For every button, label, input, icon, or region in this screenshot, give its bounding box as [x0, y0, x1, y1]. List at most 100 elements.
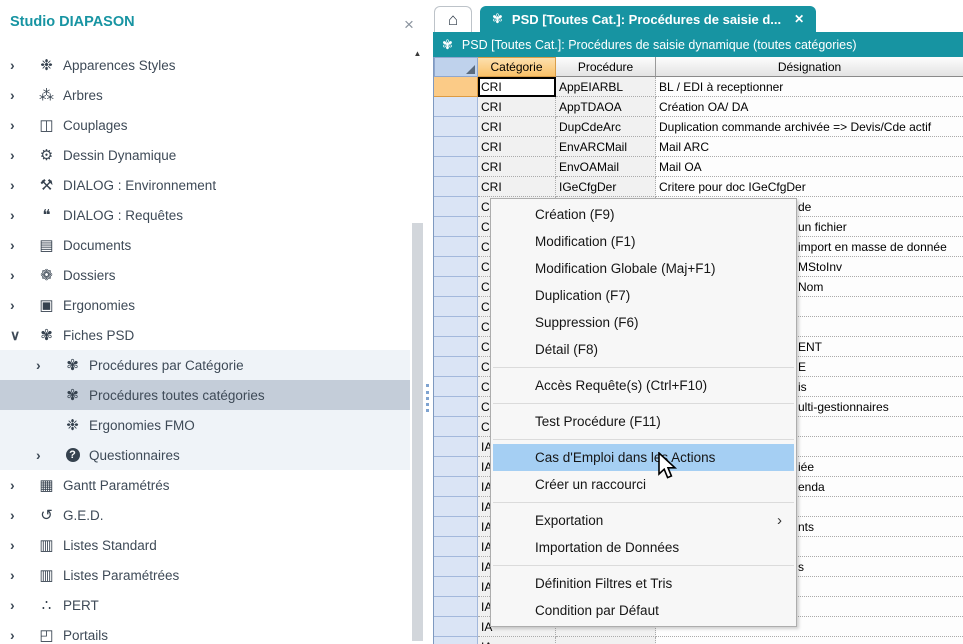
sidebar-item-dessin-dynamique[interactable]: ›⚙Dessin Dynamique — [0, 140, 410, 170]
sidebar-item-portails[interactable]: ›◰Portails — [0, 620, 410, 644]
cell-designation[interactable]: Mail ARC — [656, 137, 963, 157]
cell-designation[interactable]: Critere pour doc IGeCfgDer — [656, 177, 963, 197]
cell-categorie[interactable]: CRI — [478, 97, 556, 117]
row-selector[interactable] — [434, 537, 478, 557]
menu-item-creation-f9[interactable]: Création (F9) — [493, 201, 794, 228]
row-selector[interactable] — [434, 617, 478, 637]
sidebar-item-questionnaires[interactable]: ›?Questionnaires — [0, 440, 410, 470]
row-selector[interactable] — [434, 637, 478, 644]
column-header-procedure[interactable]: Procédure — [556, 57, 656, 77]
column-header-designation[interactable]: Désignation — [656, 57, 963, 77]
menu-item-duplication-f7[interactable]: Duplication (F7) — [493, 282, 794, 309]
sidebar-item-procedures-toutes-categories[interactable]: ✾Procédures toutes catégories — [0, 380, 410, 410]
grid-corner-cell[interactable] — [434, 57, 478, 77]
sidebar-scrollbar[interactable]: ▲ — [411, 46, 424, 644]
sidebar-item-procedures-par-categorie[interactable]: ›✾Procédures par Catégorie — [0, 350, 410, 380]
menu-item-test-procedure-f11[interactable]: Test Procédure (F11) — [493, 408, 794, 435]
menu-item-detail-f8[interactable]: Détail (F8) — [493, 336, 794, 363]
cell-designation[interactable] — [656, 637, 963, 644]
row-selector[interactable] — [434, 597, 478, 617]
row-selector[interactable] — [434, 497, 478, 517]
row-selector[interactable] — [434, 437, 478, 457]
menu-item-modification-f1[interactable]: Modification (F1) — [493, 228, 794, 255]
row-selector[interactable] — [434, 177, 478, 197]
sidebar-item-listes-standard[interactable]: ›▥Listes Standard — [0, 530, 410, 560]
row-selector[interactable] — [434, 417, 478, 437]
chevron-right-icon[interactable]: › — [34, 447, 60, 463]
cell-categorie[interactable]: CRI — [478, 117, 556, 137]
row-selector[interactable] — [434, 137, 478, 157]
sidebar-item-dossiers[interactable]: ›❁Dossiers — [0, 260, 410, 290]
chevron-right-icon[interactable]: › — [8, 57, 34, 73]
menu-item-exportation[interactable]: Exportation› — [493, 507, 794, 534]
cell-categorie[interactable]: CRI — [478, 137, 556, 157]
row-selector[interactable] — [434, 357, 478, 377]
sidebar-item-dialog-requetes[interactable]: ›❝DIALOG : Requêtes — [0, 200, 410, 230]
row-selector[interactable] — [434, 237, 478, 257]
scrollbar-thumb[interactable] — [412, 223, 423, 641]
chevron-right-icon[interactable]: › — [8, 117, 34, 133]
cell-procedure[interactable] — [556, 637, 656, 644]
tab-psd-procedures[interactable]: ✾ PSD [Toutes Cat.]: Procédures de saisi… — [480, 6, 816, 32]
cell-procedure[interactable]: EnvARCMail — [556, 137, 656, 157]
row-selector[interactable] — [434, 257, 478, 277]
menu-item-cas-d-emploi-dans-les-actions[interactable]: Cas d'Emploi dans les Actions — [493, 444, 794, 471]
sidebar-item-dialog-environnement[interactable]: ›⚒DIALOG : Environnement — [0, 170, 410, 200]
cell-categorie[interactable]: IA — [478, 637, 556, 644]
cell-designation[interactable]: Duplication commande archivée => Devis/C… — [656, 117, 963, 137]
row-selector[interactable] — [434, 277, 478, 297]
row-selector[interactable] — [434, 397, 478, 417]
row-selector[interactable] — [434, 117, 478, 137]
cell-designation[interactable]: BL / EDI à receptionner — [656, 77, 963, 97]
chevron-down-icon[interactable]: ∨ — [8, 327, 34, 344]
row-selector[interactable] — [434, 317, 478, 337]
sidebar-item-fiches-psd[interactable]: ∨✾Fiches PSD — [0, 320, 410, 350]
sidebar-item-listes-parametrees[interactable]: ›▥Listes Paramétrées — [0, 560, 410, 590]
row-selector[interactable] — [434, 97, 478, 117]
chevron-right-icon[interactable]: › — [8, 297, 34, 313]
row-selector[interactable] — [434, 337, 478, 357]
cell-categorie[interactable]: CRI — [478, 157, 556, 177]
scroll-up-icon[interactable]: ▲ — [411, 46, 424, 62]
sidebar-item-ergonomies-fmo[interactable]: ❉Ergonomies FMO — [0, 410, 410, 440]
row-selector[interactable] — [434, 557, 478, 577]
row-selector[interactable] — [434, 377, 478, 397]
chevron-right-icon[interactable]: › — [8, 537, 34, 553]
sidebar-item-apparences-styles[interactable]: ›❉Apparences Styles — [0, 50, 410, 80]
tab-close-icon[interactable]: ✕ — [794, 12, 804, 26]
chevron-right-icon[interactable]: › — [8, 207, 34, 223]
cell-designation[interactable]: Mail OA — [656, 157, 963, 177]
menu-item-modification-globale-maj-f1[interactable]: Modification Globale (Maj+F1) — [493, 255, 794, 282]
menu-item-acces-requete-s-ctrl-f10[interactable]: Accès Requête(s) (Ctrl+F10) — [493, 372, 794, 399]
sidebar-item-gantt-parametres[interactable]: ›▦Gantt Paramétrés — [0, 470, 410, 500]
cell-procedure[interactable]: AppTDAOA — [556, 97, 656, 117]
sidebar-item-pert[interactable]: ›∴PERT — [0, 590, 410, 620]
cell-procedure[interactable]: IGeCfgDer — [556, 177, 656, 197]
menu-item-importation-de-donnees[interactable]: Importation de Données — [493, 534, 794, 561]
cell-procedure[interactable]: DupCdeArc — [556, 117, 656, 137]
chevron-right-icon[interactable]: › — [8, 627, 34, 643]
chevron-right-icon[interactable]: › — [8, 597, 34, 613]
sidebar-item-ergonomies[interactable]: ›▣Ergonomies — [0, 290, 410, 320]
chevron-right-icon[interactable]: › — [8, 267, 34, 283]
row-selector[interactable] — [434, 157, 478, 177]
row-selector[interactable] — [434, 197, 478, 217]
sidebar-item-g-e-d[interactable]: ›↺G.E.D. — [0, 500, 410, 530]
row-selector[interactable] — [434, 77, 478, 97]
cell-categorie[interactable]: CRI — [478, 177, 556, 197]
chevron-right-icon[interactable]: › — [34, 357, 60, 373]
chevron-right-icon[interactable]: › — [8, 237, 34, 253]
tab-home[interactable]: ⌂ — [434, 6, 472, 32]
close-icon[interactable]: × — [400, 16, 418, 34]
sidebar-item-documents[interactable]: ›▤Documents — [0, 230, 410, 260]
row-selector[interactable] — [434, 517, 478, 537]
sidebar-item-arbres[interactable]: ›⁂Arbres — [0, 80, 410, 110]
chevron-right-icon[interactable]: › — [8, 507, 34, 523]
row-selector[interactable] — [434, 217, 478, 237]
chevron-right-icon[interactable]: › — [8, 177, 34, 193]
panel-splitter[interactable] — [424, 0, 433, 644]
cell-categorie[interactable]: CRI — [478, 77, 556, 97]
row-selector[interactable] — [434, 457, 478, 477]
menu-item-suppression-f6[interactable]: Suppression (F6) — [493, 309, 794, 336]
chevron-right-icon[interactable]: › — [8, 477, 34, 493]
